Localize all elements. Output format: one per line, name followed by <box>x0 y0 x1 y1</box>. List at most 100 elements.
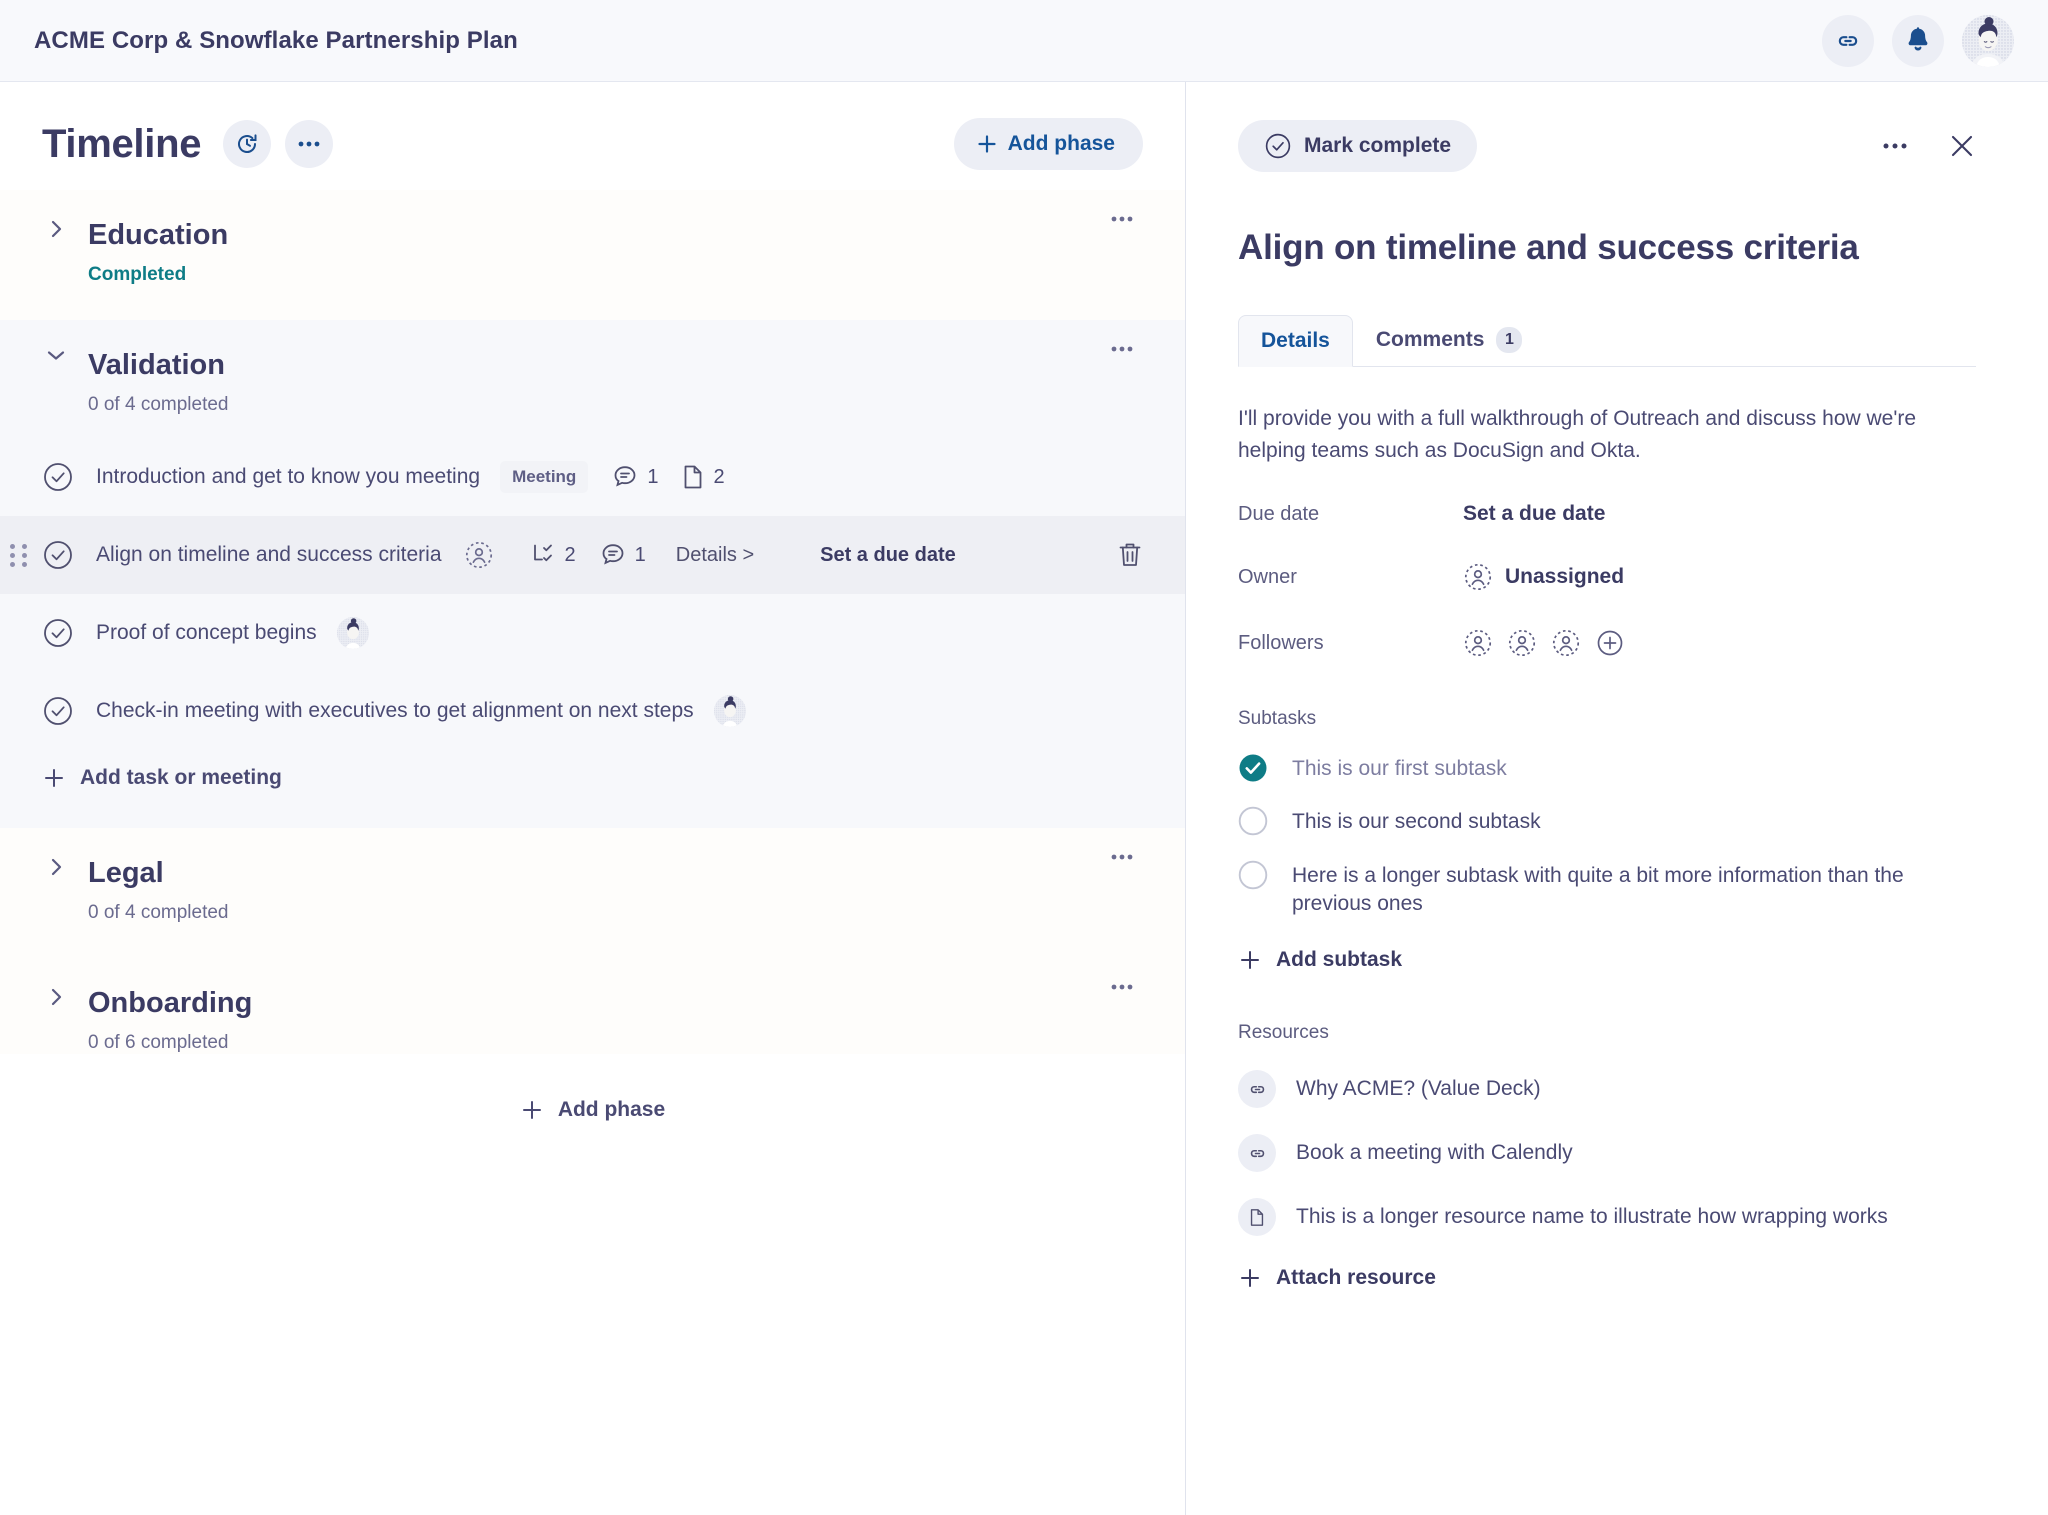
table-row[interactable]: Check-in meeting with executives to get … <box>0 672 1185 750</box>
task-subtasks-meta[interactable]: 2 <box>530 543 576 567</box>
due-date-field: Due date Set a due date <box>1238 502 1976 526</box>
add-phase-button[interactable]: Add phase <box>954 118 1143 170</box>
task-description: I'll provide you with a full walkthrough… <box>1238 403 1976 466</box>
delete-task-button[interactable] <box>1117 541 1143 569</box>
top-bar-actions <box>1822 15 2014 67</box>
phase-name: Onboarding <box>88 986 252 1020</box>
notifications-button[interactable] <box>1892 15 1944 67</box>
followers-list <box>1463 628 1625 658</box>
attach-resource-label: Attach resource <box>1276 1266 1436 1290</box>
complete-task-checkbox[interactable] <box>42 461 76 493</box>
unassigned-avatar-icon[interactable] <box>1463 628 1493 658</box>
add-phase-label: Add phase <box>1008 132 1115 156</box>
subtasks-label: Subtasks <box>1238 708 1976 730</box>
tab-comments-badge: 1 <box>1496 327 1522 353</box>
list-item[interactable]: This is our second subtask <box>1238 805 1976 836</box>
followers-label: Followers <box>1238 632 1463 655</box>
tab-details[interactable]: Details <box>1238 315 1353 367</box>
table-row[interactable]: Align on timeline and success criteria <box>0 516 1185 594</box>
detail-tabs: Details Comments 1 <box>1238 312 1976 367</box>
task-docs-meta[interactable]: 2 <box>682 464 724 490</box>
add-task-label: Add task or meeting <box>80 766 282 790</box>
resource-name: Book a meeting with Calendly <box>1296 1141 1573 1165</box>
more-horizontal-icon <box>297 140 321 148</box>
doc-count: 2 <box>713 466 724 489</box>
phase-status: 0 of 4 completed <box>0 894 1185 924</box>
complete-task-checkbox[interactable] <box>42 617 76 649</box>
task-name: Proof of concept begins <box>96 621 317 645</box>
timeline-header-buttons <box>223 120 333 168</box>
phase-name: Validation <box>88 348 225 382</box>
phase-header[interactable]: Validation <box>0 320 1185 386</box>
complete-task-checkbox[interactable] <box>42 695 76 727</box>
due-date-value[interactable]: Set a due date <box>1463 502 1605 526</box>
phase-header[interactable]: Legal <box>0 828 1185 894</box>
close-panel-button[interactable] <box>1948 132 1976 160</box>
phase-more-button[interactable] <box>1101 966 1143 1008</box>
phase-more-button[interactable] <box>1101 198 1143 240</box>
share-link-button[interactable] <box>1822 15 1874 67</box>
detail-title: Align on timeline and success criteria <box>1238 228 1976 268</box>
unassigned-avatar-icon <box>1463 562 1493 592</box>
phase-header[interactable]: Onboarding <box>0 958 1185 1024</box>
history-clock-icon <box>235 132 259 156</box>
add-subtask-button[interactable]: Add subtask <box>1238 948 1976 972</box>
list-item[interactable]: This is our first subtask <box>1238 752 1976 783</box>
task-comments-meta[interactable]: 1 <box>600 542 646 568</box>
owner-value[interactable]: Unassigned <box>1463 562 1624 592</box>
comment-count: 1 <box>647 466 658 489</box>
drag-handle[interactable] <box>10 542 30 568</box>
table-row[interactable]: Introduction and get to know you meeting… <box>0 438 1185 516</box>
assign-owner-button[interactable] <box>464 540 494 570</box>
timeline-more-button[interactable] <box>285 120 333 168</box>
add-follower-button[interactable] <box>1595 628 1625 658</box>
link-icon <box>1238 1134 1276 1172</box>
complete-task-checkbox[interactable] <box>42 539 76 571</box>
detail-more-button[interactable] <box>1882 142 1908 150</box>
assignee-avatar[interactable] <box>337 617 369 649</box>
unassigned-avatar-icon[interactable] <box>1507 628 1537 658</box>
chevron-right-icon[interactable] <box>42 218 70 240</box>
phase-more-button[interactable] <box>1101 328 1143 370</box>
list-item[interactable]: This is a longer resource name to illust… <box>1238 1198 1976 1236</box>
subtask-count: 2 <box>565 544 576 567</box>
phase-more-button[interactable] <box>1101 836 1143 878</box>
task-details-link[interactable]: Details > <box>676 544 754 567</box>
tab-details-label: Details <box>1261 329 1330 353</box>
timeline-history-button[interactable] <box>223 120 271 168</box>
add-task-button[interactable]: Add task or meeting <box>0 750 1185 820</box>
list-item[interactable]: Here is a longer subtask with quite a bi… <box>1238 859 1976 919</box>
subtask-checkbox[interactable] <box>1238 805 1272 836</box>
link-icon <box>1835 28 1861 54</box>
chevron-down-icon[interactable] <box>42 348 70 362</box>
link-icon <box>1238 1070 1276 1108</box>
mark-complete-label: Mark complete <box>1304 134 1451 158</box>
phase-name: Education <box>88 218 228 252</box>
chevron-right-icon[interactable] <box>42 986 70 1008</box>
attach-resource-button[interactable]: Attach resource <box>1238 1266 1976 1290</box>
assignee-avatar[interactable] <box>714 695 746 727</box>
add-phase-bottom-label: Add phase <box>558 1098 665 1122</box>
phase-header[interactable]: Education <box>0 190 1185 256</box>
avatar[interactable] <box>1962 15 2014 67</box>
chevron-right-icon[interactable] <box>42 856 70 878</box>
tab-comments[interactable]: Comments 1 <box>1353 313 1546 367</box>
add-phase-bottom-button[interactable]: Add phase <box>0 1054 1185 1122</box>
plus-icon <box>1238 948 1262 972</box>
list-item[interactable]: Why ACME? (Value Deck) <box>1238 1070 1976 1108</box>
task-comments-meta[interactable]: 1 <box>612 464 658 490</box>
task-due-date-button[interactable]: Set a due date <box>820 544 956 567</box>
close-icon <box>1948 132 1976 160</box>
subtask-checkbox[interactable] <box>1238 859 1272 890</box>
mark-complete-button[interactable]: Mark complete <box>1238 120 1477 172</box>
list-item[interactable]: Book a meeting with Calendly <box>1238 1134 1976 1172</box>
owner-field: Owner Unassigned <box>1238 562 1976 592</box>
task-name: Check-in meeting with executives to get … <box>96 699 694 723</box>
phase-status: 0 of 4 completed <box>0 386 1185 416</box>
add-subtask-label: Add subtask <box>1276 948 1402 972</box>
subtask-checkbox-checked[interactable] <box>1238 752 1272 783</box>
timeline-title: Timeline <box>42 122 201 167</box>
unassigned-avatar-icon[interactable] <box>1551 628 1581 658</box>
bell-icon <box>1905 27 1931 55</box>
table-row[interactable]: Proof of concept begins <box>0 594 1185 672</box>
